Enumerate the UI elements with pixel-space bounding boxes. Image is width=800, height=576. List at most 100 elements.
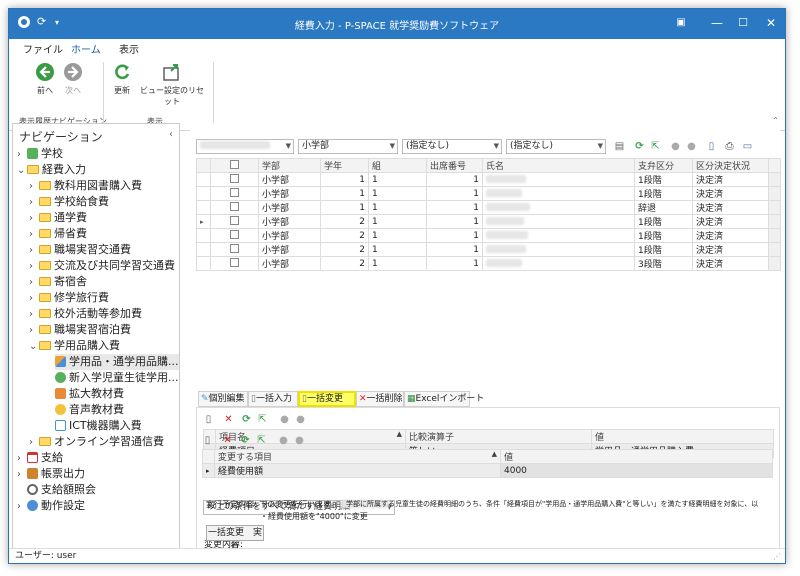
- expand-icon[interactable]: ›: [29, 291, 39, 307]
- table-row[interactable]: 小学部 2 1 1 1段階 決定済: [196, 228, 781, 243]
- table-row[interactable]: 小学部 1 1 1 1段階 決定済: [196, 172, 781, 187]
- up-icon[interactable]: ●: [670, 141, 681, 152]
- expand-icon[interactable]: ›: [29, 227, 39, 243]
- reset-icon[interactable]: ⇱: [650, 141, 661, 152]
- tree-settings[interactable]: › 動作設定: [17, 498, 85, 514]
- collapse-icon[interactable]: ⌄: [17, 163, 27, 179]
- tree-payment-inquiry[interactable]: 支給額照会: [27, 482, 96, 498]
- tree-internship-lodging[interactable]: › 職場実習宿泊費: [29, 322, 131, 338]
- tree-payment[interactable]: › 支給: [17, 450, 63, 466]
- up-icon[interactable]: ●: [278, 435, 289, 446]
- tree-ict-devices[interactable]: ICT機器購入費: [55, 418, 142, 434]
- row-checkbox[interactable]: [210, 256, 259, 271]
- nav-collapse-icon[interactable]: ‹: [169, 129, 173, 140]
- tree-expense-input[interactable]: ⌄ 経費入力: [17, 162, 86, 178]
- tree-report-output[interactable]: › 帳票出力: [17, 466, 85, 482]
- scrollbar-track[interactable]: [768, 256, 781, 271]
- col-grade[interactable]: 学年: [320, 158, 369, 173]
- tab-bulk-input[interactable]: ▯一括入力: [248, 391, 298, 407]
- col-status[interactable]: 区分決定状況: [692, 158, 769, 173]
- delete-icon[interactable]: ✕: [223, 414, 234, 425]
- refresh-icon[interactable]: ⟳: [240, 435, 251, 446]
- tree-enlarged-materials[interactable]: 拡大教材費: [55, 386, 124, 402]
- forward-button[interactable]: 次へ: [61, 62, 85, 96]
- table-row[interactable]: 小学部 2 1 1 1段階 決定済: [196, 242, 781, 257]
- tree-textbook[interactable]: › 教科用図書購入費: [29, 178, 142, 194]
- row-checkbox[interactable]: [210, 172, 259, 187]
- tab-individual-edit[interactable]: ✎個別編集: [198, 391, 248, 407]
- tree-commute[interactable]: › 通学費: [29, 210, 87, 226]
- col-dept[interactable]: 学部: [258, 158, 321, 173]
- row-checkbox[interactable]: [210, 228, 259, 243]
- col-change-item[interactable]: 変更する項目 ▲: [214, 449, 501, 464]
- print-icon[interactable]: ⎙: [724, 141, 735, 152]
- expand-icon[interactable]: ›: [29, 195, 39, 211]
- tree-dormitory[interactable]: › 寄宿舎: [29, 274, 87, 290]
- preview-icon[interactable]: ▭: [742, 141, 753, 152]
- back-button[interactable]: 前へ: [33, 62, 57, 96]
- tree-new-student-supplies[interactable]: 新入学児童生徒学用...: [55, 370, 179, 386]
- scrollbar-track[interactable]: [768, 172, 781, 187]
- down-icon[interactable]: ●: [295, 414, 306, 425]
- tree-school[interactable]: › 学校: [17, 146, 63, 162]
- tree-school-supplies[interactable]: ⌄ 学用品購入費: [29, 338, 120, 354]
- close-button[interactable]: ✕: [761, 14, 781, 32]
- expand-icon[interactable]: ›: [17, 147, 27, 163]
- down-icon[interactable]: ●: [294, 435, 305, 446]
- tree-outside-activity[interactable]: › 校外活動等参加費: [29, 306, 142, 322]
- col-kubun[interactable]: 支弁区分: [634, 158, 693, 173]
- scrollbar-track[interactable]: [768, 200, 781, 215]
- table-row[interactable]: 小学部 1 1 1 辞退 決定済: [196, 200, 781, 215]
- expand-icon[interactable]: ›: [29, 179, 39, 195]
- scrollbar-track[interactable]: [768, 242, 781, 257]
- refresh-icon[interactable]: ⟳: [634, 141, 645, 152]
- new-icon[interactable]: ▯: [203, 414, 214, 425]
- up-icon[interactable]: ●: [279, 414, 290, 425]
- tab-bulk-change[interactable]: ▯一括変更: [298, 391, 356, 407]
- tree-internship-transport[interactable]: › 職場実習交通費: [29, 242, 131, 258]
- reset-icon[interactable]: ⇱: [256, 435, 267, 446]
- tree-school-trip[interactable]: › 修学旅行費: [29, 290, 109, 306]
- tree-audio-materials[interactable]: 音声教材費: [55, 402, 124, 418]
- expand-icon[interactable]: ›: [29, 307, 39, 323]
- minimize-button[interactable]: —: [707, 14, 727, 32]
- tree-supplies-commute-goods[interactable]: 学用品・通学用品購...: [55, 354, 179, 370]
- expand-icon[interactable]: ›: [29, 243, 39, 259]
- refresh-button[interactable]: 更新: [109, 62, 135, 96]
- dept-filter-combo[interactable]: 小学部 ▼: [298, 139, 398, 154]
- tab-excel-import[interactable]: ▦Excelインポート: [404, 391, 484, 407]
- maximize-button[interactable]: ☐: [733, 14, 753, 32]
- row-checkbox[interactable]: [210, 214, 259, 229]
- down-icon[interactable]: ●: [686, 141, 697, 152]
- col-change-value[interactable]: 値: [500, 449, 773, 464]
- school-year-combo[interactable]: ▼: [196, 139, 294, 154]
- expand-icon[interactable]: ›: [29, 211, 39, 227]
- cell-change-item[interactable]: 経費使用額: [214, 463, 501, 478]
- expand-icon[interactable]: ›: [29, 275, 39, 291]
- tree-homecoming[interactable]: › 帰省費: [29, 226, 87, 242]
- tab-bulk-delete[interactable]: ✕一括削除: [356, 391, 404, 407]
- execute-bulk-change-button[interactable]: 一括変更 実行: [206, 525, 264, 552]
- menu-file[interactable]: ファイル: [23, 41, 63, 56]
- scrollbar-track[interactable]: [768, 186, 781, 201]
- restore-button[interactable]: ▣: [671, 14, 691, 32]
- select-all-checkbox[interactable]: [210, 158, 259, 173]
- col-class[interactable]: 組: [368, 158, 427, 173]
- tree-exchange-transport[interactable]: › 交流及び共同学習交通費: [29, 258, 175, 274]
- expand-icon[interactable]: ›: [29, 323, 39, 339]
- filter2-combo[interactable]: (指定なし) ▼: [402, 139, 502, 154]
- resize-grip-icon[interactable]: ⋰: [773, 549, 781, 563]
- expand-icon[interactable]: ›: [29, 435, 39, 451]
- scrollbar-track[interactable]: [768, 228, 781, 243]
- layout-icon[interactable]: ▤: [614, 141, 625, 152]
- expand-icon[interactable]: ›: [17, 451, 27, 467]
- new-icon[interactable]: ▯: [202, 435, 213, 446]
- change-row[interactable]: ▸ 経費使用額 4000: [202, 463, 773, 478]
- menu-view[interactable]: 表示: [119, 41, 139, 56]
- expand-icon[interactable]: ›: [17, 467, 27, 483]
- collapse-icon[interactable]: ⌄: [29, 339, 39, 355]
- document-icon[interactable]: ▯: [706, 141, 717, 152]
- table-row[interactable]: 小学部 2 1 1 3段階 決定済: [196, 256, 781, 271]
- menu-home[interactable]: ホーム: [71, 41, 101, 57]
- row-checkbox[interactable]: [210, 200, 259, 215]
